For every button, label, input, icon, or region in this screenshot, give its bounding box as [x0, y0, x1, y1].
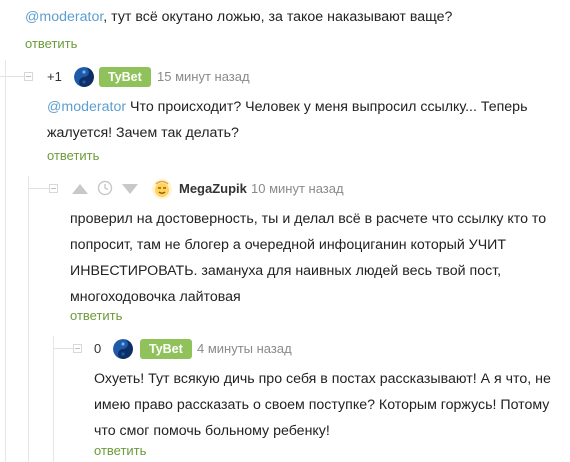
thread-connector-2 — [28, 188, 50, 189]
comment-2-line: ИНВЕСТИРОВАТЬ. замануха для наивных люде… — [70, 263, 502, 279]
comment-0-text: , тут всё окутано ложью, за такое наказы… — [103, 9, 453, 25]
collapse-icon[interactable] — [24, 72, 33, 81]
thread-connector-3 — [53, 348, 73, 349]
comment-rating: +1 — [47, 69, 62, 84]
comment-3-line: что смог помочь больному ребенку! — [94, 423, 330, 439]
comment-1-line2: жалуется! Зачем так делать? — [47, 125, 239, 141]
emoji-avatar-icon[interactable] — [152, 179, 172, 199]
thread-line-level2 — [28, 176, 29, 462]
mention-link[interactable]: @moderator — [47, 99, 126, 115]
reply-button[interactable]: ответить — [47, 148, 99, 163]
collapse-icon[interactable] — [73, 344, 82, 353]
author-badge[interactable]: TyBet — [140, 339, 192, 359]
comment-2-body: проверил на достоверность, ты и делал вс… — [70, 206, 546, 310]
yin-yang-avatar-icon[interactable] — [74, 67, 94, 87]
thread-connector-1 — [0, 76, 24, 77]
clock-icon — [97, 180, 113, 201]
comment-1-line1: Что происходит? Человек у меня выпросил … — [126, 99, 528, 115]
yin-yang-avatar-icon[interactable] — [113, 339, 133, 359]
reply-button[interactable]: ответить — [94, 443, 146, 458]
reply-button[interactable]: ответить — [70, 308, 122, 323]
mention-link[interactable]: @moderator — [25, 9, 103, 25]
reply-button[interactable]: ответить — [25, 36, 77, 51]
collapse-icon[interactable] — [49, 184, 58, 193]
comment-rating: 0 — [94, 341, 102, 356]
comment-0-body: @moderator, тут всё окутано ложью, за та… — [25, 4, 452, 30]
comment-2-line: проверил на достоверность, ты и делал вс… — [70, 211, 547, 227]
comment-2-line: многоходовочка лайтовая — [70, 289, 241, 305]
comment-1-body: @moderator Что происходит? Человек у мен… — [47, 94, 527, 146]
comment-3-body: Охуеть! Тут всякую дичь про себя в поста… — [94, 366, 551, 444]
thread-line-level1 — [5, 60, 6, 462]
thread-line-level3 — [53, 336, 54, 462]
comment-3-line: имею право рассказать о своем поступке? … — [94, 397, 550, 413]
author-name[interactable]: MegaZupik — [179, 181, 247, 196]
downvote-icon[interactable] — [121, 182, 139, 200]
author-badge[interactable]: TyBet — [99, 67, 151, 87]
comment-3-line: Охуеть! Тут всякую дичь про себя в поста… — [94, 371, 551, 387]
comment-2-line: попросит, там не блогер а очередной инфо… — [70, 237, 507, 253]
upvote-icon[interactable] — [71, 182, 89, 200]
comment-time[interactable]: 10 минут назад — [251, 181, 344, 196]
comment-time[interactable]: 15 минут назад — [157, 69, 250, 84]
comment-time[interactable]: 4 минуты назад — [197, 341, 292, 356]
